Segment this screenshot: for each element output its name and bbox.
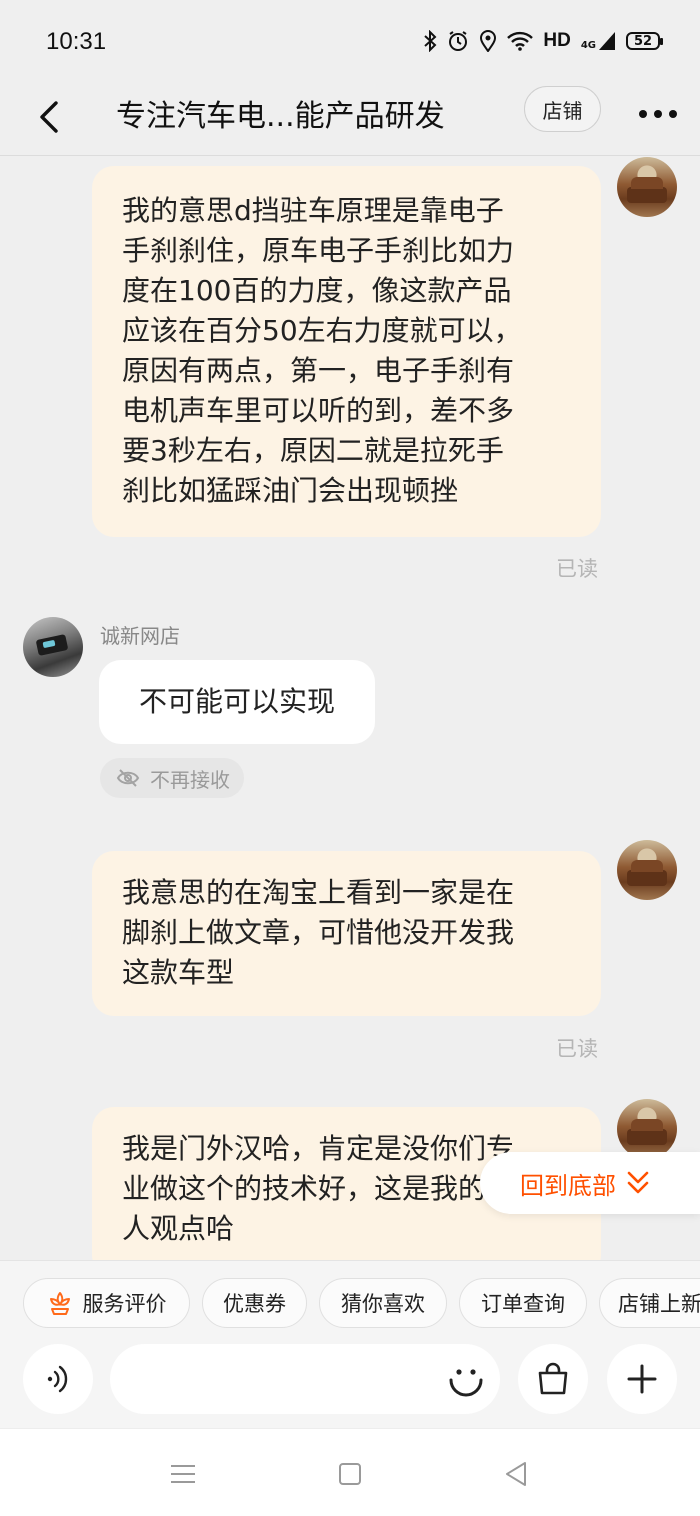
voice-icon (47, 1365, 68, 1393)
home-button[interactable] (330, 1459, 370, 1489)
chip-service-review[interactable]: 服务评价 (23, 1278, 190, 1328)
my-avatar[interactable] (617, 157, 677, 217)
system-back-button[interactable] (496, 1459, 536, 1489)
mute-label: 不再接收 (150, 767, 230, 792)
message-bubble-self[interactable]: 我的意思d挡驻车原理是靠电子 手刹刹住，原车电子手刹比如力 度在100百的力度，… (92, 166, 601, 537)
shopping-bag-button[interactable] (518, 1344, 588, 1414)
message-line: 电机声车里可以听的到，差不多 (122, 394, 515, 427)
my-avatar[interactable] (617, 840, 677, 900)
shop-button[interactable]: 店铺 (524, 86, 601, 132)
mute-button[interactable]: 不再接收 (100, 758, 244, 798)
status-time: 10:31 (46, 28, 107, 55)
chip-label: 优惠券 (223, 1292, 286, 1316)
input-bar (0, 1344, 700, 1428)
page-title: 专注汽车电...能产品研发 (116, 99, 445, 134)
read-status: 已读 (556, 1037, 598, 1061)
sender-name: 诚新网店 (100, 624, 180, 648)
voice-button[interactable] (23, 1344, 93, 1414)
read-status: 已读 (556, 557, 598, 581)
triangle-back-icon (506, 1462, 526, 1486)
home-square-icon (339, 1463, 361, 1485)
back-button[interactable] (30, 92, 66, 142)
message-bubble-other[interactable]: 不可能可以实现 (99, 660, 375, 744)
more-button[interactable] (636, 92, 680, 136)
message-line: 度在100百的力度，像这款产品 (122, 274, 512, 307)
chip-label: 订单查询 (481, 1292, 565, 1316)
message-line: 要3秒左右，原因二就是拉死手 (122, 434, 504, 467)
back-arrow-icon (40, 101, 58, 133)
chip-recommend[interactable]: 猜你喜欢 (319, 1278, 447, 1328)
message-line: 人观点哈 (122, 1212, 235, 1245)
message-line: 原因有两点，第一，电子手刹有 (122, 354, 515, 387)
message-input[interactable] (110, 1344, 500, 1414)
more-dots-icon (639, 110, 677, 118)
status-icons: HD 4G 52 (423, 30, 663, 52)
smile-icon (449, 1369, 483, 1397)
scroll-to-bottom-button[interactable]: 回到底部 (480, 1152, 700, 1214)
bluetooth-icon (423, 30, 437, 52)
status-bar: 10:31 HD 4G 52 (0, 0, 700, 84)
chat-header: 专注汽车电...能产品研发 店铺 (0, 84, 700, 156)
system-nav-bar (0, 1428, 700, 1516)
double-chevron-down-icon (627, 1171, 649, 1194)
chip-new-arrivals[interactable]: 店铺上新 (599, 1278, 700, 1328)
mute-eye-icon (116, 769, 140, 787)
wifi-icon (507, 31, 534, 51)
emoji-button[interactable] (444, 1358, 488, 1402)
plus-icon (627, 1364, 657, 1394)
chip-label: 猜你喜欢 (341, 1292, 425, 1316)
recent-apps-button[interactable] (163, 1459, 203, 1489)
message-text: 不可能可以实现 (138, 685, 335, 718)
quick-actions-bar: 服务评价 优惠券 猜你喜欢 订单查询 店铺上新 (0, 1260, 700, 1344)
chip-label: 服务评价 (82, 1292, 167, 1316)
my-avatar[interactable] (617, 1099, 677, 1159)
network-type: 4G (580, 40, 596, 51)
shopping-bag-icon (538, 1362, 568, 1395)
hd-indicator: HD (543, 30, 571, 51)
message-line: 这款车型 (122, 956, 235, 989)
chip-order-query[interactable]: 订单查询 (459, 1278, 587, 1328)
message-line: 刹比如猛踩油门会出现顿挫 (122, 474, 459, 507)
message-line: 我意思的在淘宝上看到一家是在 (122, 876, 515, 909)
battery-indicator: 52 (626, 32, 663, 50)
chip-label: 店铺上新 (618, 1292, 700, 1316)
chat-message-list[interactable]: 我的意思d挡驻车原理是靠电子 手刹刹住，原车电子手刹比如力 度在100百的力度，… (0, 157, 700, 1260)
message-line: 脚刹上做文章，可惜他没开发我 (122, 916, 515, 949)
flower-icon (49, 1292, 70, 1315)
seller-avatar[interactable] (23, 617, 83, 677)
scroll-to-bottom-label: 回到底部 (520, 1171, 616, 1200)
message-line: 应该在百分50左右力度就可以， (122, 314, 522, 347)
more-actions-button[interactable] (607, 1344, 677, 1414)
signal-icon: 4G (581, 31, 616, 51)
location-icon (479, 30, 497, 52)
alarm-icon (447, 30, 469, 52)
message-line: 我的意思d挡驻车原理是靠电子 (122, 194, 504, 227)
message-bubble-self[interactable]: 我意思的在淘宝上看到一家是在 脚刹上做文章，可惜他没开发我 这款车型 (92, 851, 601, 1016)
message-line: 手刹刹住，原车电子手刹比如力 (122, 234, 515, 267)
menu-icon (171, 1465, 195, 1483)
chip-coupons[interactable]: 优惠券 (202, 1278, 307, 1328)
